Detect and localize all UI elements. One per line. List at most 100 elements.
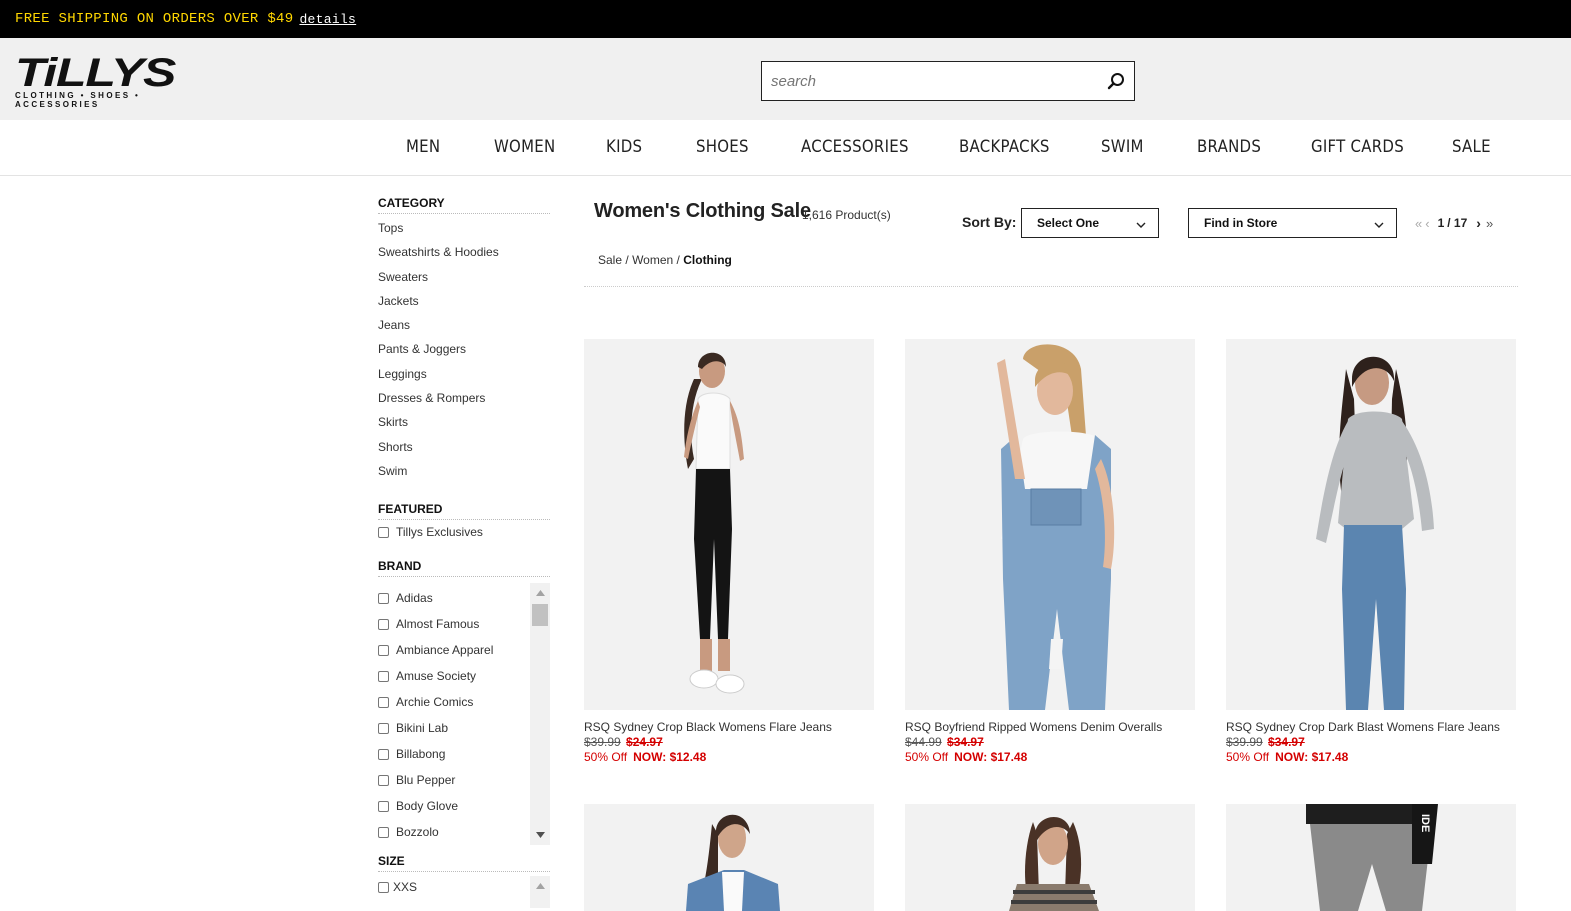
nav-gift-cards[interactable]: GIFT CARDS — [1311, 137, 1404, 157]
featured-option-label: Tillys Exclusives — [396, 525, 483, 540]
category-title: CATEGORY — [378, 196, 550, 214]
product-image[interactable]: IDE — [1226, 804, 1516, 911]
product-card[interactable] — [905, 804, 1195, 911]
checkbox[interactable] — [378, 526, 389, 538]
prev-page-icon[interactable]: ‹ — [1425, 216, 1429, 231]
scroll-thumb[interactable] — [532, 604, 548, 627]
brand-option-label: Billabong — [396, 747, 446, 762]
product-image[interactable] — [584, 804, 874, 911]
brand-option[interactable]: Bikini Lab — [378, 715, 550, 741]
scroll-up-icon[interactable] — [530, 585, 550, 601]
brand-option-label: Archie Comics — [396, 695, 474, 710]
size-list: XXS — [378, 876, 550, 909]
checkbox[interactable] — [378, 670, 389, 682]
product-prices: $44.99 $34.97 — [905, 735, 1195, 749]
brand-option[interactable]: Amuse Society — [378, 663, 550, 689]
product-name[interactable]: RSQ Boyfriend Ripped Womens Denim Overal… — [905, 720, 1195, 734]
brand-option[interactable]: Body Glove — [378, 793, 550, 819]
checkbox[interactable] — [378, 826, 389, 838]
scroll-down-icon[interactable] — [530, 827, 550, 843]
last-page-icon[interactable]: » — [1486, 216, 1493, 231]
brand-scrollbar[interactable] — [530, 583, 550, 846]
category-item[interactable]: Skirts — [378, 410, 550, 434]
brand-option[interactable]: Almost Famous — [378, 611, 550, 637]
nav-men[interactable]: MEN — [406, 137, 440, 157]
product-discount: 50% Off — [584, 750, 628, 764]
product-image[interactable] — [1226, 339, 1516, 710]
product-sale-price: $34.97 — [1268, 735, 1305, 749]
search-icon[interactable] — [1098, 62, 1134, 100]
brand-option[interactable]: Ambiance Apparel — [378, 637, 550, 663]
breadcrumb-separator: / — [625, 253, 629, 267]
nav-sale[interactable]: SALE — [1452, 137, 1491, 157]
category-item[interactable]: Tops — [378, 216, 550, 240]
featured-option[interactable]: Tillys Exclusives — [378, 520, 550, 544]
promo-details-link[interactable]: details — [299, 12, 356, 27]
scroll-up-icon[interactable] — [530, 878, 550, 894]
brand-option-label: Bozzolo — [396, 825, 439, 840]
product-name[interactable]: RSQ Sydney Crop Dark Blast Womens Flare … — [1226, 720, 1516, 734]
nav-shoes[interactable]: SHOES — [696, 137, 749, 157]
sort-select[interactable]: Select One — [1021, 208, 1159, 238]
product-now-price: NOW: $17.48 — [1275, 750, 1349, 764]
checkbox[interactable] — [378, 696, 389, 708]
category-item[interactable]: Jeans — [378, 313, 550, 337]
product-card[interactable]: IDE — [1226, 804, 1516, 911]
nav-kids[interactable]: KIDS — [606, 137, 642, 157]
category-item[interactable]: Sweatshirts & Hoodies — [378, 240, 550, 264]
product-card[interactable]: RSQ Sydney Crop Black Womens Flare Jeans… — [584, 339, 874, 764]
category-item[interactable]: Jackets — [378, 289, 550, 313]
find-in-store-value: Find in Store — [1204, 216, 1278, 230]
checkbox[interactable] — [378, 722, 389, 734]
search-input[interactable] — [762, 62, 1098, 100]
next-page-icon[interactable]: › — [1476, 215, 1481, 231]
checkbox[interactable] — [378, 618, 389, 630]
brand-option[interactable]: Billabong — [378, 741, 550, 767]
breadcrumb-sale[interactable]: Sale — [598, 253, 622, 267]
nav-backpacks[interactable]: BACKPACKS — [959, 137, 1050, 157]
first-page-icon[interactable]: « — [1415, 216, 1422, 231]
nav-women[interactable]: WOMEN — [494, 137, 555, 157]
checkbox[interactable] — [378, 748, 389, 760]
product-card[interactable] — [584, 804, 874, 911]
tillys-logo[interactable]: TiLLYS CLOTHING • SHOES • ACCESSORIES — [15, 53, 225, 109]
category-item[interactable]: Swim — [378, 459, 550, 483]
product-card[interactable]: RSQ Sydney Crop Dark Blast Womens Flare … — [1226, 339, 1516, 764]
category-item[interactable]: Sweaters — [378, 265, 550, 289]
brand-option[interactable]: Adidas — [378, 585, 550, 611]
filter-sidebar: CATEGORY Tops Sweatshirts & Hoodies Swea… — [378, 196, 550, 909]
main-nav: MEN WOMEN KIDS SHOES ACCESSORIES BACKPAC… — [0, 120, 1571, 176]
category-item[interactable]: Shorts — [378, 435, 550, 459]
site-header: TiLLYS CLOTHING • SHOES • ACCESSORIES — [0, 38, 1571, 120]
nav-accessories[interactable]: ACCESSORIES — [801, 137, 909, 157]
product-name[interactable]: RSQ Sydney Crop Black Womens Flare Jeans — [584, 720, 874, 734]
product-deal: 50% Off NOW: $17.48 — [1226, 750, 1516, 764]
category-item[interactable]: Leggings — [378, 362, 550, 386]
breadcrumb-women[interactable]: Women — [632, 253, 673, 267]
size-scrollbar[interactable] — [530, 876, 550, 909]
find-in-store-select[interactable]: Find in Store — [1188, 208, 1397, 238]
nav-swim[interactable]: SWIM — [1101, 137, 1144, 157]
search-bar — [761, 61, 1135, 101]
category-item[interactable]: Pants & Joggers — [378, 337, 550, 361]
checkbox[interactable] — [378, 592, 389, 604]
breadcrumb-separator: / — [676, 253, 680, 267]
brand-option[interactable]: Blu Pepper — [378, 767, 550, 793]
product-image[interactable] — [905, 339, 1195, 710]
product-now-price: NOW: $12.48 — [633, 750, 707, 764]
brand-option[interactable]: Archie Comics — [378, 689, 550, 715]
product-image[interactable] — [584, 339, 874, 710]
nav-brands[interactable]: BRANDS — [1197, 137, 1261, 157]
checkbox[interactable] — [378, 644, 389, 656]
size-option[interactable]: XXS — [378, 876, 550, 898]
product-card[interactable]: RSQ Boyfriend Ripped Womens Denim Overal… — [905, 339, 1195, 764]
product-image[interactable] — [905, 804, 1195, 911]
checkbox[interactable] — [378, 774, 389, 786]
category-item[interactable]: Dresses & Rompers — [378, 386, 550, 410]
checkbox[interactable] — [378, 881, 389, 893]
brand-option[interactable]: Bozzolo — [378, 819, 550, 845]
brand-option-label: Ambiance Apparel — [396, 643, 494, 658]
checkbox[interactable] — [378, 800, 389, 812]
brand-option-label: Body Glove — [396, 799, 459, 814]
chevron-down-icon — [1136, 218, 1146, 232]
